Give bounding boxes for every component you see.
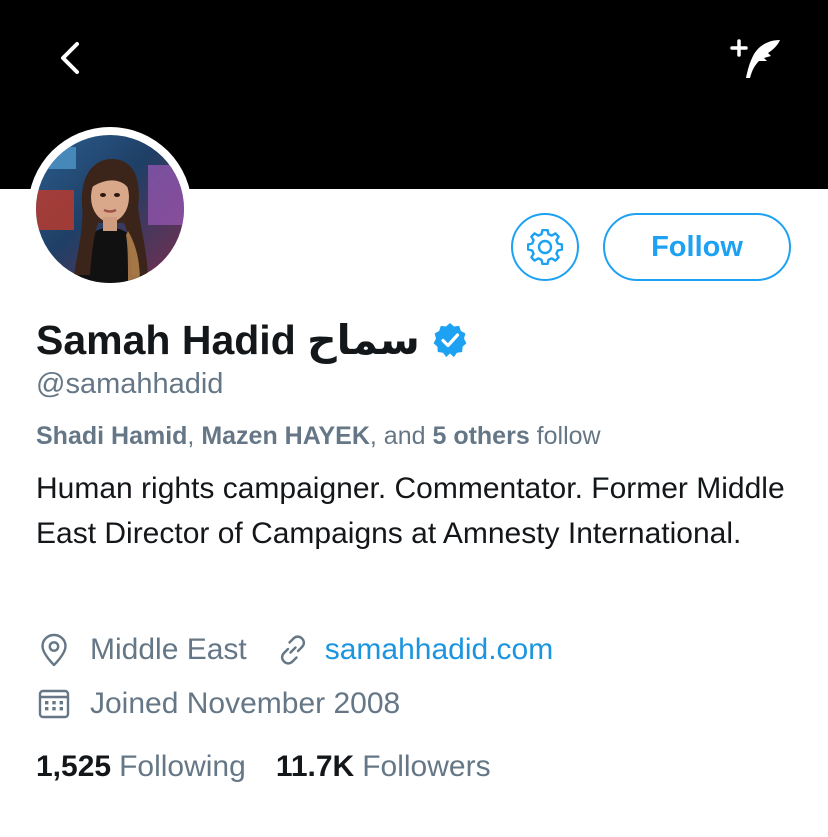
followers-stat[interactable]: 11.7K Followers	[276, 750, 491, 784]
verified-badge-icon	[433, 323, 467, 357]
calendar-icon	[38, 689, 70, 719]
followed-by-others[interactable]: 5 others	[432, 422, 529, 450]
profile-meta-location-row: Middle East samahhadid.com	[36, 628, 553, 672]
chevron-left-icon	[61, 42, 79, 74]
followed-by-user[interactable]: Mazen HAYEK	[201, 422, 370, 450]
compose-tweet-feather-icon	[730, 39, 780, 78]
profile-meta-joined-row: Joined November 2008	[36, 682, 400, 726]
link-icon	[280, 635, 305, 665]
profile-handle: @samahhadid	[36, 368, 224, 400]
avatar-frame	[28, 127, 192, 291]
followed-by-user[interactable]: Shadi Hamid	[36, 422, 187, 450]
following-count: 1,525	[36, 750, 112, 783]
profile-name-row: Samah Hadid سماح	[36, 312, 468, 368]
profile-bio: Human rights campaigner. Commentator. Fo…	[36, 472, 785, 550]
profile-stats: 1,525 Following 11.7K Followers	[36, 750, 521, 784]
profile-settings-button[interactable]	[511, 213, 579, 281]
following-stat[interactable]: 1,525 Following	[36, 750, 246, 784]
display-name: Samah Hadid سماح	[36, 317, 420, 363]
compose-tweet-button[interactable]	[728, 34, 784, 82]
follow-button[interactable]: Follow	[603, 213, 791, 281]
followed-by-separator: , and	[369, 422, 433, 450]
followers-count: 11.7K	[275, 750, 355, 783]
location-pin-icon	[41, 633, 67, 667]
gear-icon	[527, 229, 563, 265]
profile-location: Middle East	[90, 633, 247, 666]
followed-by-suffix: follow	[529, 422, 601, 450]
followers-label: Followers	[362, 750, 491, 783]
followed-by-separator: ,	[187, 422, 202, 450]
back-button[interactable]	[50, 36, 90, 80]
followed-by-row[interactable]: Shadi Hamid, Mazen HAYEK, and 5 others f…	[36, 422, 601, 451]
avatar[interactable]	[36, 135, 184, 283]
profile-website-link[interactable]: samahhadid.com	[325, 633, 553, 667]
profile-photo	[36, 135, 184, 283]
profile-joined-date: Joined November 2008	[90, 687, 401, 720]
following-label: Following	[119, 750, 246, 783]
